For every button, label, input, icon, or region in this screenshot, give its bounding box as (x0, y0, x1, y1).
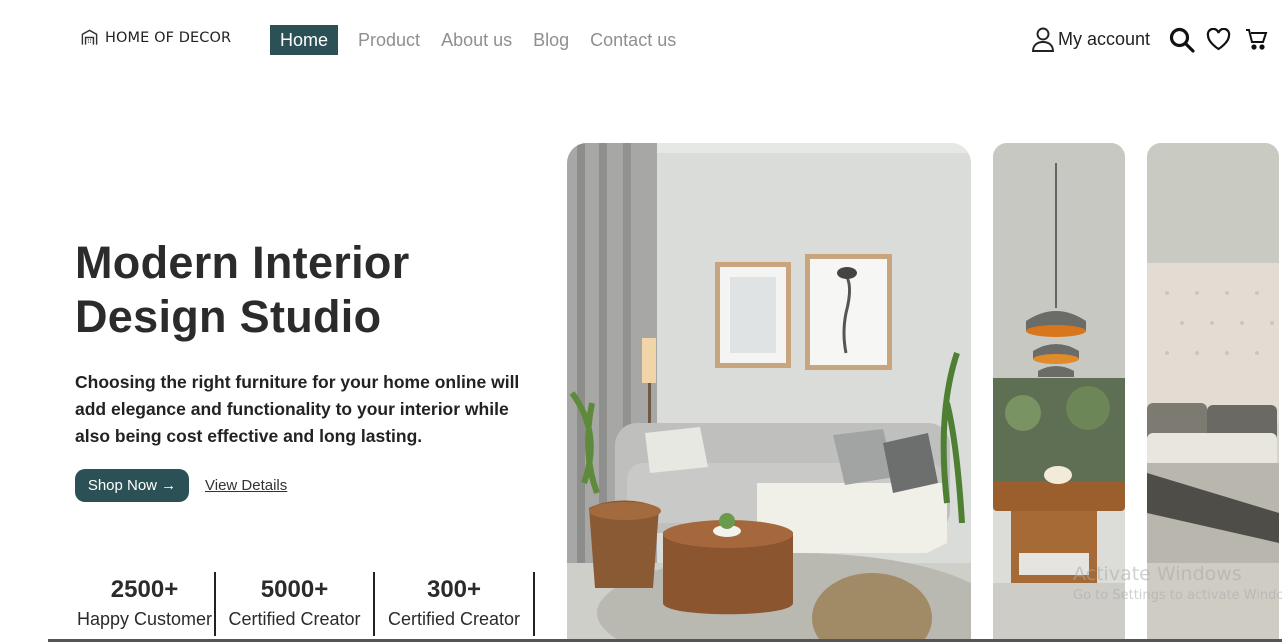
nav-product[interactable]: Product (358, 25, 420, 55)
main-nav: Home Product About us Blog Contact us (270, 25, 697, 55)
hero-description: Choosing the right furniture for your ho… (75, 372, 520, 446)
search-button[interactable] (1169, 27, 1195, 53)
nav-contact[interactable]: Contact us (590, 25, 676, 55)
activate-windows-watermark: Activate Windows Go to Settings to activ… (1073, 563, 1282, 603)
stat-certified-creator: 5000+ Certified Creator (216, 572, 375, 636)
view-details-link[interactable]: View Details (205, 477, 287, 494)
watermark-subtitle: Go to Settings to activate Windows. (1073, 588, 1282, 603)
living-room-image (567, 143, 971, 642)
hero-title-line-2: Design Studio (75, 291, 382, 342)
my-account-label: My account (1058, 28, 1151, 49)
heart-icon (1206, 28, 1231, 51)
stat-label: Certified Creator (228, 609, 361, 629)
search-icon (1169, 27, 1195, 53)
stat-value: 5000+ (260, 576, 329, 603)
stat-happy-customer: 2500+ Happy Customer (75, 572, 216, 636)
cart-button[interactable] (1245, 28, 1268, 50)
stats-row: 2500+ Happy Customer 5000+ Certified Cre… (75, 572, 535, 636)
building-icon (81, 29, 98, 45)
stat-certified-creator-2: 300+ Certified Creator (375, 572, 535, 636)
nav-home[interactable]: Home (270, 25, 339, 55)
shop-now-button[interactable]: Shop Now → (75, 469, 189, 502)
stat-value: 2500+ (110, 576, 179, 603)
user-icon (1032, 27, 1054, 52)
brand-name: HOME OF DECOR (105, 29, 232, 46)
my-account-link[interactable]: My account (1031, 26, 1150, 52)
nav-blog[interactable]: Blog (533, 25, 569, 55)
watermark-title: Activate Windows (1073, 563, 1242, 585)
stat-label: Happy Customer (76, 609, 213, 629)
stat-label: Certified Creator (387, 609, 521, 629)
cart-icon (1246, 29, 1268, 50)
nav-about[interactable]: About us (441, 25, 512, 55)
wishlist-button[interactable] (1206, 28, 1231, 51)
hero-title-line-1: Modern Interior (75, 237, 410, 288)
stat-value: 300+ (426, 576, 482, 603)
hero-title: Modern Interior Design Studio (75, 236, 410, 344)
brand-logo[interactable]: HOME OF DECOR (80, 28, 231, 47)
